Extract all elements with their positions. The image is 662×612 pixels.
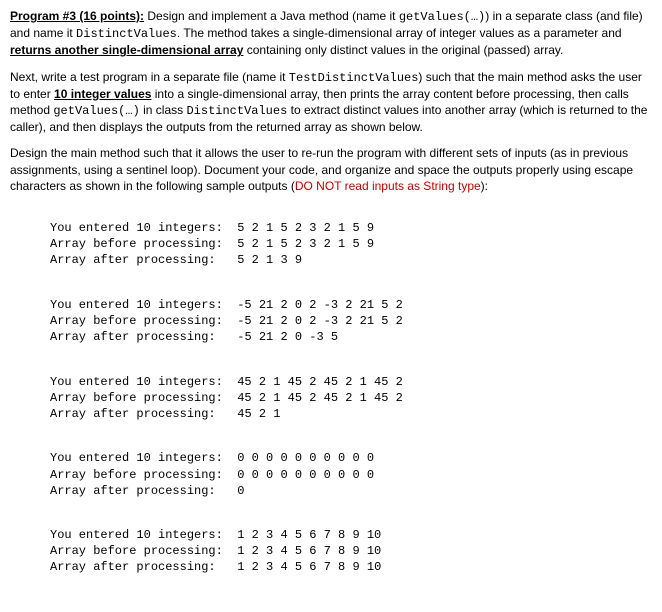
label-after: Array after processing:	[50, 560, 216, 574]
text: in class	[140, 103, 187, 117]
label-entered: You entered 10 integers:	[50, 298, 223, 312]
values-after: 5 2 1 3 9	[216, 253, 302, 267]
values-entered: 45 2 1 45 2 45 2 1 45 2	[223, 375, 403, 389]
code-testdistinctvalues: TestDistinctValues	[289, 71, 419, 85]
text: Next, write a test program in a separate…	[10, 70, 289, 84]
values-before: 0 0 0 0 0 0 0 0 0 0	[223, 468, 374, 482]
text: containing only distinct values in the o…	[243, 43, 563, 57]
values-before: 1 2 3 4 5 6 7 8 9 10	[223, 544, 381, 558]
sample-run: You entered 10 integers: 0 0 0 0 0 0 0 0…	[50, 450, 652, 499]
sample-run: You entered 10 integers: -5 21 2 0 2 -3 …	[50, 297, 652, 346]
values-before: 45 2 1 45 2 45 2 1 45 2	[223, 391, 403, 405]
code-distinctvalues: DistinctValues	[76, 27, 177, 41]
code-getvalues-2: getValues(…)	[53, 104, 139, 118]
program-title: Program #3 (16 points):	[10, 9, 144, 23]
values-entered: 0 0 0 0 0 0 0 0 0 0	[223, 451, 374, 465]
paragraph-1: Program #3 (16 points): Design and imple…	[10, 8, 652, 59]
label-entered: You entered 10 integers:	[50, 451, 223, 465]
values-after: 45 2 1	[216, 407, 281, 421]
values-after: -5 21 2 0 -3 5	[216, 330, 338, 344]
underline-ten-integers: 10 integer values	[54, 87, 151, 101]
values-after: 1 2 3 4 5 6 7 8 9 10	[216, 560, 382, 574]
underline-returns: returns another single-dimensional array	[10, 43, 243, 57]
paragraph-2: Next, write a test program in a separate…	[10, 69, 652, 136]
values-before: -5 21 2 0 2 -3 2 21 5 2	[223, 314, 403, 328]
label-before: Array before processing:	[50, 468, 223, 482]
label-after: Array after processing:	[50, 484, 216, 498]
values-before: 5 2 1 5 2 3 2 1 5 9	[223, 237, 374, 251]
sample-run: You entered 10 integers: 5 2 1 5 2 3 2 1…	[50, 220, 652, 269]
label-entered: You entered 10 integers:	[50, 221, 223, 235]
label-before: Array before processing:	[50, 544, 223, 558]
text: ):	[481, 179, 488, 193]
label-before: Array before processing:	[50, 314, 223, 328]
sample-run: You entered 10 integers: 45 2 1 45 2 45 …	[50, 374, 652, 423]
label-after: Array after processing:	[50, 407, 216, 421]
text: Design and implement a Java method (name…	[144, 9, 399, 23]
label-before: Array before processing:	[50, 237, 223, 251]
values-entered: -5 21 2 0 2 -3 2 21 5 2	[223, 298, 403, 312]
label-before: Array before processing:	[50, 391, 223, 405]
label-after: Array after processing:	[50, 330, 216, 344]
values-after: 0	[216, 484, 245, 498]
label-entered: You entered 10 integers:	[50, 375, 223, 389]
code-distinctvalues-2: DistinctValues	[186, 104, 287, 118]
sample-output: You entered 10 integers: 5 2 1 5 2 3 2 1…	[50, 204, 652, 604]
values-entered: 5 2 1 5 2 3 2 1 5 9	[223, 221, 374, 235]
sample-run: You entered 10 integers: 1 2 3 4 5 6 7 8…	[50, 527, 652, 576]
warning-text: DO NOT read inputs as String type	[295, 179, 481, 193]
code-getvalues: getValues(…)	[399, 10, 485, 24]
text: . The method takes a single-dimensional …	[177, 26, 622, 40]
label-after: Array after processing:	[50, 253, 216, 267]
paragraph-3: Design the main method such that it allo…	[10, 145, 652, 194]
